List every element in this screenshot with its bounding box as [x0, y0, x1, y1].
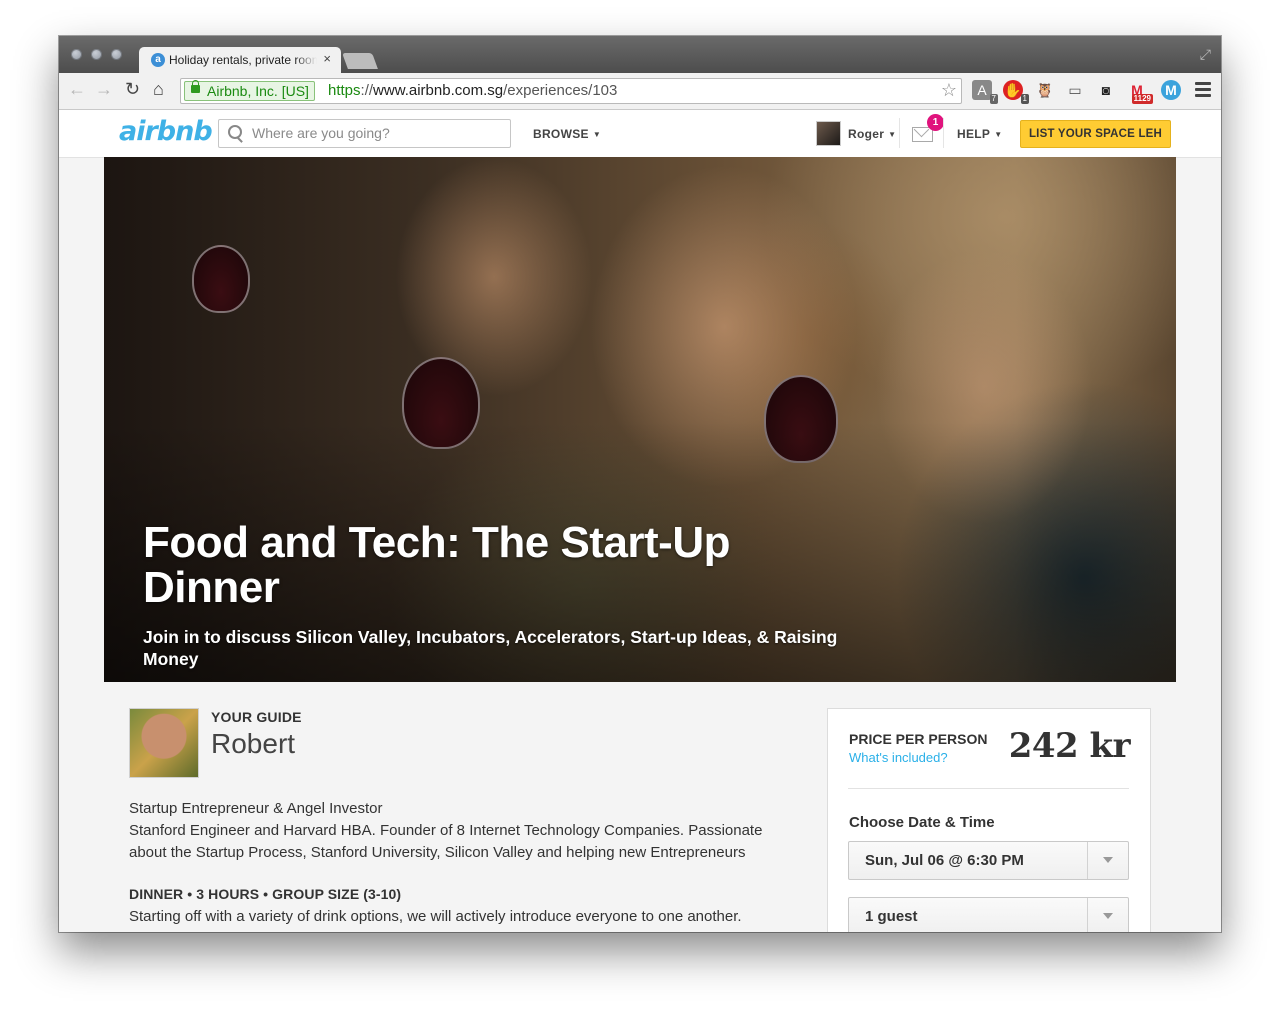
browser-tab[interactable]: a Holiday rentals, private room × [139, 47, 341, 73]
new-tab-button[interactable] [342, 53, 378, 69]
browser-toolbar: ← → ↻ ⌂ Airbnb, Inc. [US] https://www.ai… [59, 73, 1221, 110]
gmail-icon[interactable]: M 1129 [1127, 80, 1153, 104]
forward-arrow-icon[interactable]: → [95, 79, 113, 100]
header-divider [943, 118, 944, 148]
panel-divider [848, 788, 1129, 789]
guide-tagline: Startup Entrepreneur & Angel Investor [129, 800, 383, 817]
browse-label: BROWSE [533, 127, 589, 141]
extension-a-badge: 7 [989, 94, 998, 104]
reload-icon[interactable]: ↻ [125, 79, 140, 100]
experience-title: Food and Tech: The Start-Up Dinner [143, 518, 731, 612]
header-divider [899, 118, 900, 148]
adblock-badge: 1 [1020, 94, 1029, 104]
gmail-badge: 1129 [1131, 94, 1153, 104]
user-name: Roger [848, 127, 885, 141]
browser-window: a Holiday rentals, private room × ⤢ ← → … [59, 36, 1221, 932]
hero-image: Food and Tech: The Start-Up Dinner Join … [104, 157, 1176, 682]
chevron-down-icon [1087, 842, 1128, 879]
wine-glass-shape [402, 357, 480, 449]
chevron-down-icon: ▼ [592, 130, 602, 139]
experience-description: Starting off with a variety of drink opt… [129, 908, 742, 925]
help-menu[interactable]: HELP ▼ [957, 127, 1002, 141]
search-input[interactable] [250, 124, 504, 142]
back-arrow-icon[interactable]: ← [68, 79, 86, 100]
guide-photo[interactable] [129, 708, 199, 778]
url-scheme: https [328, 82, 361, 99]
zoom-window-button[interactable] [111, 49, 122, 60]
title-bar: a Holiday rentals, private room × ⤢ [59, 36, 1221, 73]
guests-value: 1 guest [865, 908, 918, 925]
minimize-window-button[interactable] [91, 49, 102, 60]
booking-panel: PRICE PER PERSON What's included? 242 kr… [827, 708, 1151, 932]
chrome-menu-icon[interactable] [1195, 82, 1211, 100]
user-avatar[interactable] [816, 121, 841, 146]
close-window-button[interactable] [71, 49, 82, 60]
search-box[interactable] [218, 119, 511, 148]
owl-extension-icon[interactable]: 🦉 [1035, 80, 1055, 100]
url-text[interactable]: https://www.airbnb.com.sg/experiences/10… [328, 82, 617, 99]
address-bar[interactable]: Airbnb, Inc. [US] https://www.airbnb.com… [180, 78, 962, 104]
experience-subtitle: Join in to discuss Silicon Valley, Incub… [143, 627, 838, 669]
your-guide-label: YOUR GUIDE [211, 709, 302, 725]
messages-badge[interactable]: 1 [927, 114, 944, 131]
choose-date-label: Choose Date & Time [849, 814, 995, 831]
chevron-down-icon: ▼ [994, 130, 1003, 139]
airbnb-favicon-icon: a [151, 53, 165, 67]
guide-name[interactable]: Robert [211, 728, 295, 760]
browse-menu[interactable]: BROWSE ▼ [533, 127, 601, 141]
extension-a-icon[interactable]: A7 [972, 80, 998, 104]
site-header: airbnb BROWSE▼ Roger▼ 1 HELP▼ LIST YOUR … [59, 110, 1221, 158]
guide-bio: Startup Entrepreneur & Angel Investor St… [129, 798, 799, 864]
guests-select[interactable]: 1 guest [848, 897, 1129, 932]
airbnb-logo[interactable]: airbnb [119, 116, 213, 147]
date-time-select[interactable]: Sun, Jul 06 @ 6:30 PM [848, 841, 1129, 880]
ev-label: Airbnb, Inc. [US] [207, 83, 309, 99]
adblock-icon[interactable]: ✋ 1 [1003, 80, 1029, 104]
tab-title: Holiday rentals, private room [169, 53, 317, 67]
home-icon[interactable]: ⌂ [153, 79, 164, 100]
chevron-down-icon [1087, 898, 1128, 932]
date-time-value: Sun, Jul 06 @ 6:30 PM [865, 852, 1024, 869]
guide-description: Stanford Engineer and Harvard HBA. Found… [129, 822, 763, 861]
price-per-person-label: PRICE PER PERSON [849, 731, 988, 747]
wine-glass-shape [764, 375, 838, 463]
chevron-down-icon: ▼ [888, 130, 897, 139]
wine-glass-shape [192, 245, 250, 313]
ev-certificate-badge[interactable]: Airbnb, Inc. [US] [184, 80, 315, 101]
mask-extension-icon[interactable]: ◙ [1096, 80, 1116, 100]
list-your-space-button[interactable]: LIST YOUR SPACE LEH [1020, 120, 1171, 148]
url-host: www.airbnb.com.sg [373, 82, 504, 99]
search-icon [228, 125, 242, 139]
price-value: 242 kr [1008, 726, 1131, 766]
experience-details-heading: DINNER • 3 HOURS • GROUP SIZE (3-10) [129, 886, 402, 902]
tab-close-icon[interactable]: × [323, 51, 331, 66]
lock-icon [191, 80, 200, 93]
fullscreen-icon[interactable]: ⤢ [1200, 46, 1211, 63]
cast-icon[interactable]: ▭ [1065, 80, 1085, 100]
url-separator: :// [360, 82, 374, 99]
extension-m-icon[interactable]: M [1161, 80, 1181, 100]
help-label: HELP [957, 127, 991, 141]
whats-included-link[interactable]: What's included? [849, 750, 948, 765]
user-menu[interactable]: Roger ▼ [848, 127, 896, 141]
bookmark-star-icon[interactable]: ☆ [941, 80, 957, 101]
url-path: /experiences/103 [503, 82, 618, 99]
